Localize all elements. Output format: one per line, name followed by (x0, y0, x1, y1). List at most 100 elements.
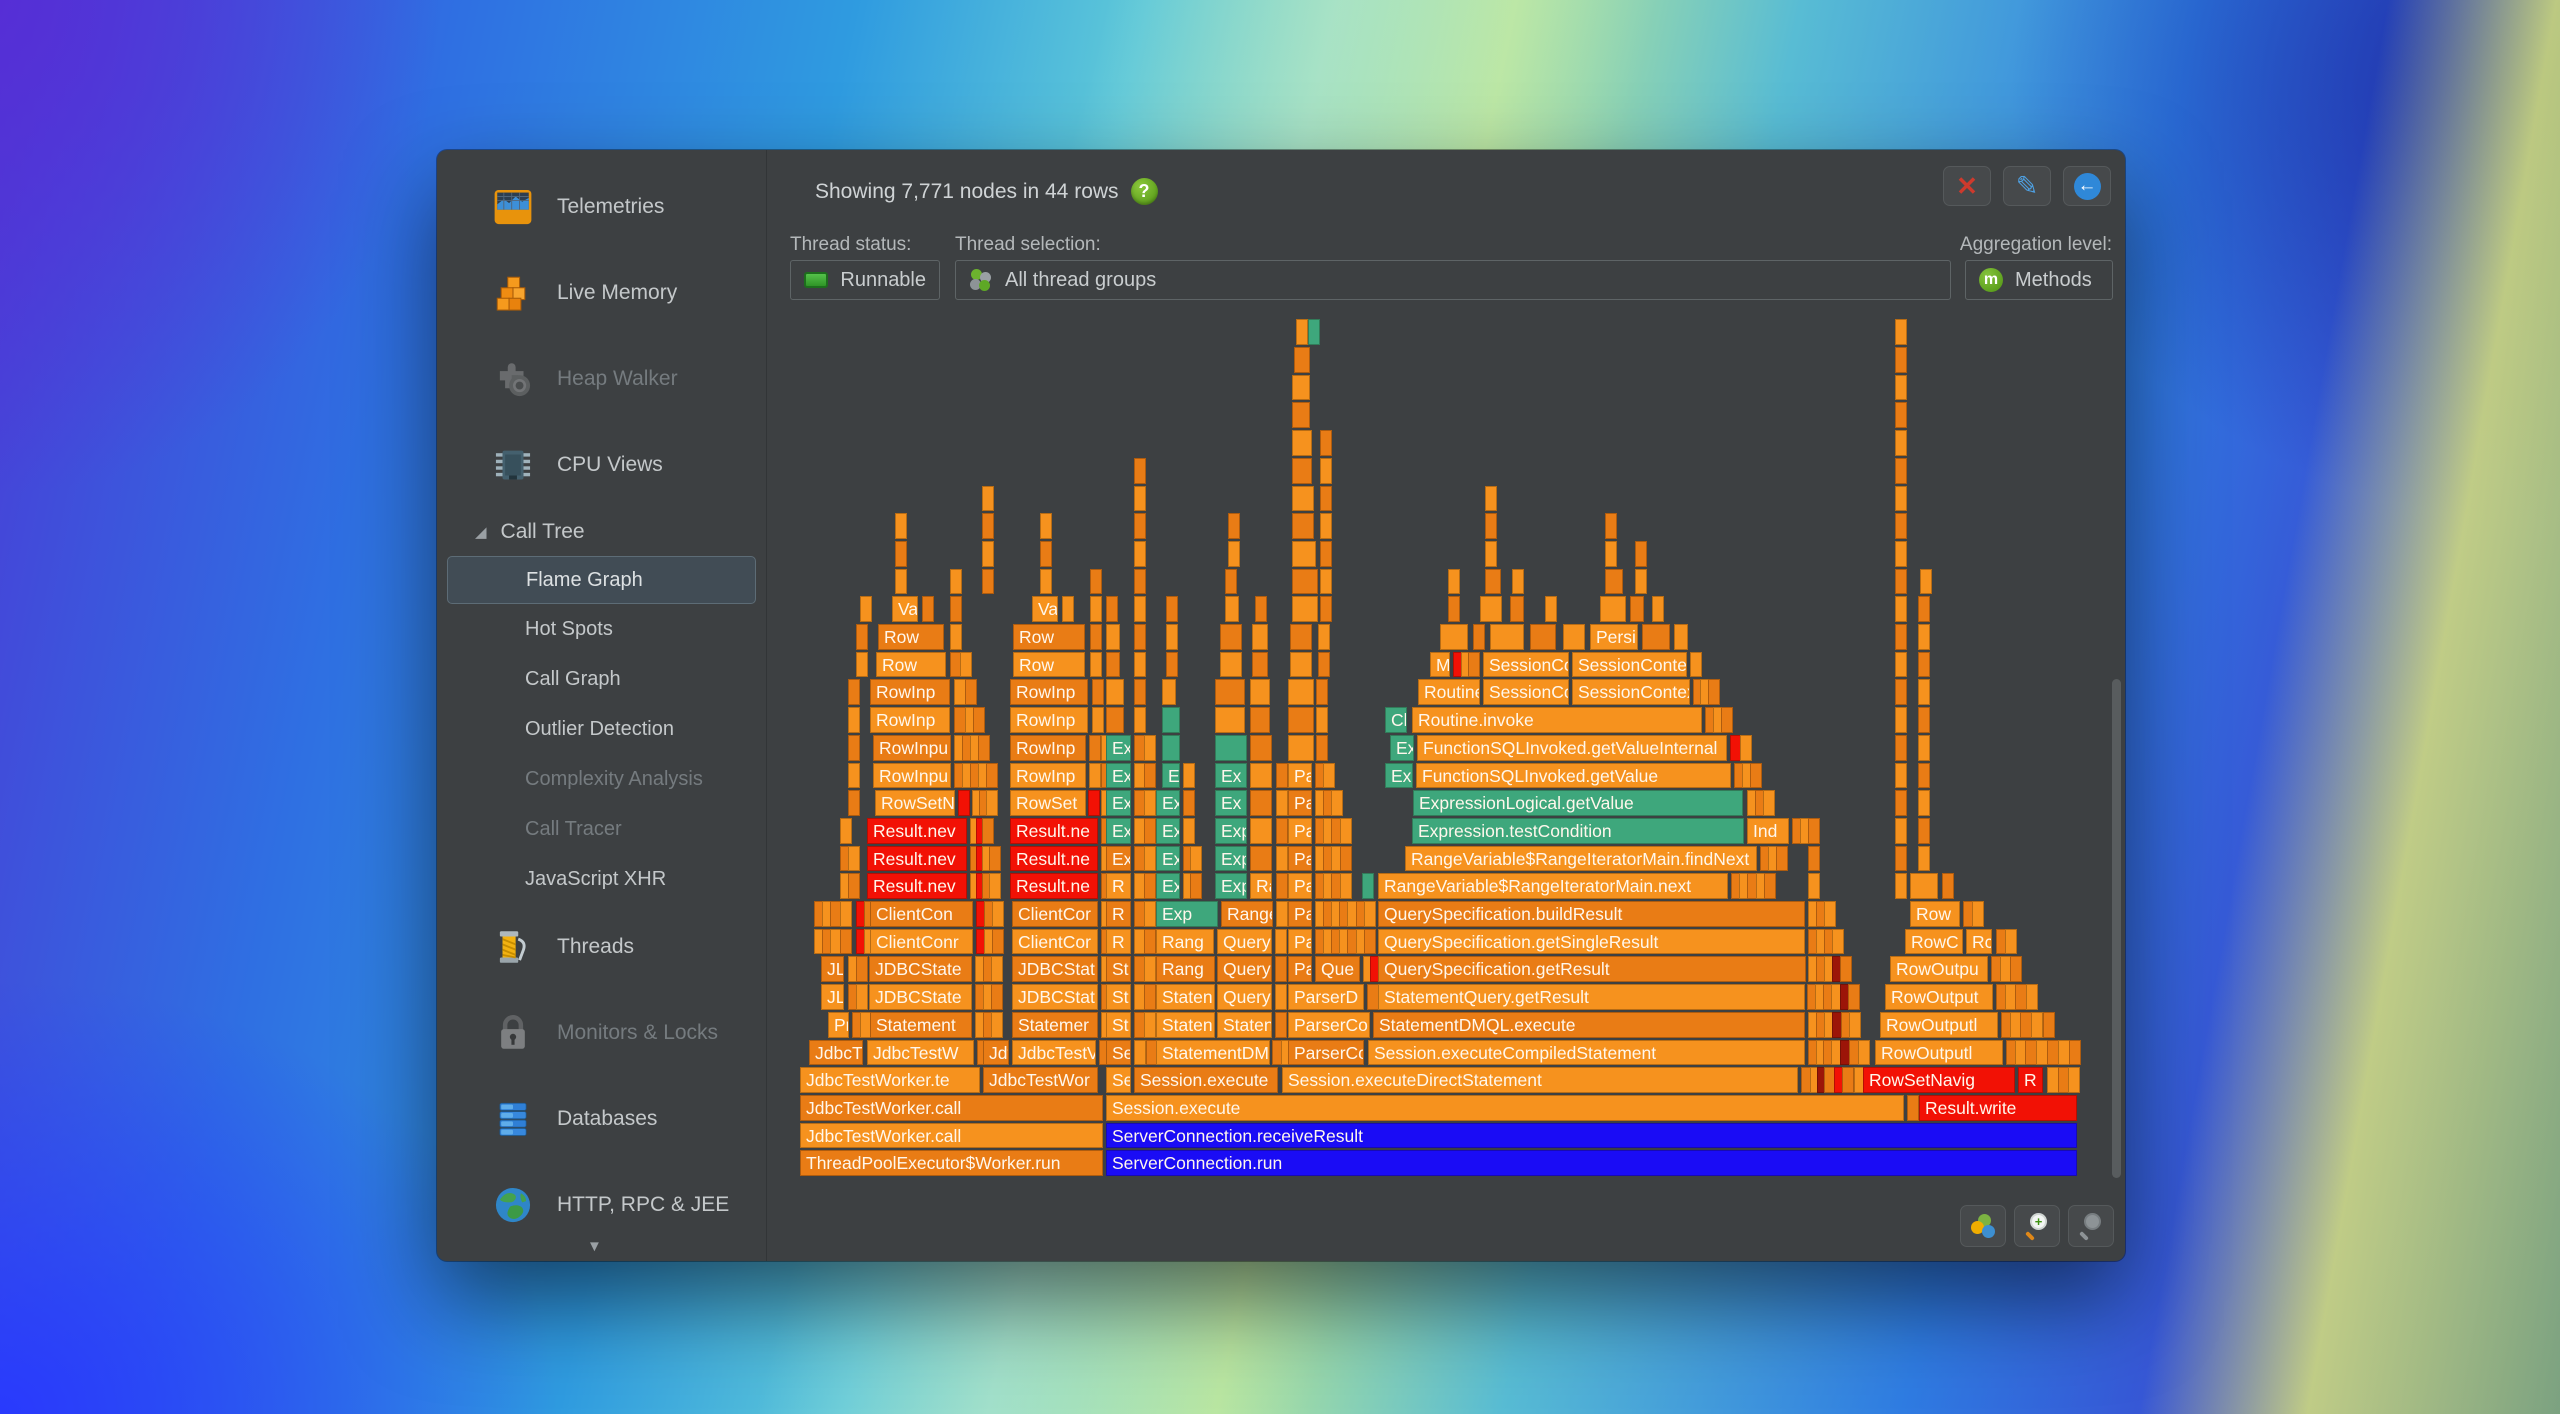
flame-bar[interactable]: Exp (1385, 763, 1413, 789)
flame-bar[interactable]: Pa (1288, 873, 1312, 899)
close-view-button[interactable]: ✕ (1943, 166, 1991, 206)
flame-bar[interactable] (1144, 790, 1156, 816)
flame-bar[interactable]: Va (1032, 596, 1058, 622)
flame-bar[interactable]: JdbcTestWorker.te (800, 1067, 980, 1093)
flame-bar[interactable] (1166, 624, 1178, 650)
flame-bar[interactable] (1895, 624, 1907, 650)
flame-bar[interactable]: Exp (1156, 901, 1218, 927)
flame-bar[interactable]: Session.execute (1106, 1095, 1904, 1121)
flame-bar[interactable]: Expression.testCondition (1412, 818, 1744, 844)
flame-bar[interactable] (973, 707, 985, 733)
flame-bar[interactable]: Pa (1288, 790, 1312, 816)
flame-bar[interactable] (1910, 873, 1938, 899)
flame-bar[interactable]: Ex (1106, 790, 1131, 816)
flame-bar[interactable] (1276, 901, 1288, 927)
flame-bar[interactable]: Expr (1215, 846, 1247, 872)
flame-bar[interactable] (1652, 596, 1664, 622)
flame-bar[interactable]: Staten (1156, 1012, 1215, 1038)
flame-bar[interactable] (1276, 763, 1288, 789)
flame-bar[interactable] (1144, 956, 1156, 982)
flame-bar[interactable]: ParserD (1288, 984, 1364, 1010)
flame-bar[interactable]: JdbcTestWorker.call (800, 1123, 1103, 1149)
flame-bar[interactable] (1895, 402, 1907, 428)
flame-bar[interactable] (1144, 984, 1156, 1010)
flame-bar[interactable] (1918, 679, 1930, 705)
flame-bar[interactable]: Ex (1156, 790, 1180, 816)
flame-bar[interactable] (1190, 846, 1202, 872)
flame-bar[interactable]: Routine (1418, 679, 1480, 705)
flame-bar[interactable]: Staten (1217, 1012, 1272, 1038)
flame-bar[interactable] (1485, 513, 1497, 539)
flame-bar[interactable]: Exp (1215, 873, 1247, 899)
flame-bar[interactable] (856, 652, 868, 678)
flame-bar[interactable] (1276, 790, 1288, 816)
flame-bar[interactable] (1252, 652, 1268, 678)
flame-bar[interactable] (1323, 763, 1335, 789)
flame-bar[interactable] (1708, 679, 1720, 705)
flame-bar[interactable] (1635, 569, 1647, 595)
flame-bar[interactable] (992, 929, 1004, 955)
flame-bar[interactable] (2068, 1067, 2080, 1093)
flame-bar[interactable] (1530, 624, 1556, 650)
flame-bar[interactable] (978, 735, 990, 761)
flame-bar[interactable]: Result.write (1919, 1095, 2077, 1121)
flame-bar[interactable] (1918, 818, 1930, 844)
flame-bar[interactable] (1895, 735, 1907, 761)
flame-bar[interactable] (991, 1012, 1003, 1038)
flame-bar[interactable]: Statement (870, 1012, 972, 1038)
flame-bar[interactable]: Session.execute (1134, 1067, 1278, 1093)
flame-bar[interactable] (1824, 901, 1836, 927)
flame-bar[interactable] (848, 735, 860, 761)
flame-bar[interactable]: Ex (1390, 735, 1414, 761)
flame-bar[interactable]: Ex (1215, 790, 1247, 816)
flame-bar[interactable]: Va (892, 596, 918, 622)
flame-bar[interactable]: QuerySpecification.getSingleResult (1378, 929, 1805, 955)
sidebar-item-monitors-locks[interactable]: Monitors & Locks (437, 990, 766, 1076)
flame-bar[interactable] (1895, 569, 1907, 595)
flame-bar[interactable] (1895, 375, 1907, 401)
flame-bar[interactable] (1144, 763, 1156, 789)
flame-bar[interactable] (960, 652, 972, 678)
flame-bar[interactable]: Ex (1156, 873, 1180, 899)
flame-bar[interactable]: ServerConnection.receiveResult (1106, 1123, 2077, 1149)
flame-bar[interactable]: M (1430, 652, 1450, 678)
flame-bar[interactable] (1275, 984, 1287, 1010)
sidebar-item-flame-graph[interactable]: Flame Graph (447, 556, 756, 604)
flame-bar[interactable] (1255, 596, 1267, 622)
zoom-out-button[interactable] (2068, 1205, 2114, 1247)
flame-bar[interactable] (1320, 486, 1332, 512)
flame-bar[interactable]: Ex (1162, 763, 1180, 789)
flame-bar[interactable]: Result.nev (867, 873, 967, 899)
flame-bar[interactable] (1275, 956, 1287, 982)
flame-bar[interactable]: RowInp (1010, 679, 1088, 705)
flame-bar[interactable]: Cl (1385, 707, 1407, 733)
flame-bar[interactable] (1292, 458, 1312, 484)
flame-bar[interactable]: Session.executeCompiledStatement (1368, 1040, 1805, 1066)
flame-bar[interactable] (1331, 790, 1343, 816)
flame-bar[interactable] (1895, 790, 1907, 816)
flame-bar[interactable] (1134, 1040, 1146, 1066)
flame-bar[interactable] (1918, 596, 1930, 622)
flame-bar[interactable]: Row (1013, 624, 1085, 650)
flame-bar[interactable] (1808, 846, 1820, 872)
sidebar-item-hot-spots[interactable]: Hot Spots (437, 604, 766, 654)
flame-bar[interactable] (1275, 1012, 1287, 1038)
flame-bar[interactable] (1308, 319, 1320, 345)
flame-bar[interactable]: RowInpu (873, 735, 951, 761)
flame-bar[interactable]: Statemer (1012, 1012, 1098, 1038)
flame-bar[interactable] (1364, 929, 1376, 955)
flame-bar[interactable]: JDBCStat (1012, 956, 1098, 982)
flame-bar[interactable] (982, 486, 994, 512)
flame-bar[interactable]: Rang (1156, 956, 1215, 982)
sidebar-item-heap-walker[interactable]: Heap Walker (437, 336, 766, 422)
flame-bar[interactable] (1485, 486, 1497, 512)
flame-bar[interactable]: SessionConte (1572, 652, 1687, 678)
sidebar-item-javascript-xhr[interactable]: JavaScript XHR (437, 854, 766, 904)
flame-bar[interactable] (1490, 624, 1524, 650)
flame-bar[interactable]: Result.ne (1010, 846, 1098, 872)
flame-bar[interactable] (1134, 679, 1146, 705)
flame-bar[interactable] (1292, 375, 1310, 401)
flame-bar[interactable] (1250, 790, 1272, 816)
flame-bar[interactable]: Session.executeDirectStatement (1282, 1067, 1798, 1093)
flame-bar[interactable]: St (1106, 956, 1131, 982)
